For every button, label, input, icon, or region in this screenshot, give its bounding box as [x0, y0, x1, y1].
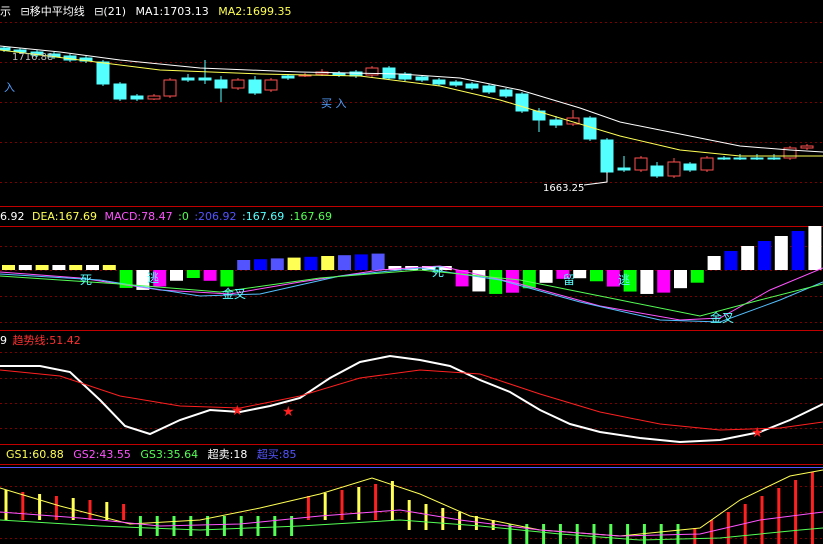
candle-body — [667, 161, 681, 177]
macd-marker-label: 逃 — [618, 273, 630, 287]
macd-bar — [758, 241, 771, 270]
candle-body — [248, 79, 262, 94]
macd-bar — [808, 226, 822, 270]
candle-body — [750, 157, 764, 160]
buy-signal-label: 买 入 — [321, 97, 347, 110]
high-annotation: 1716.88 — [12, 52, 53, 63]
trend-star: ★ — [282, 404, 295, 420]
candle-body — [432, 79, 446, 85]
macd-bar — [321, 256, 335, 270]
macd-bar — [304, 256, 318, 270]
macd-bar — [102, 265, 116, 270]
candle-body — [130, 95, 144, 100]
candle-body — [733, 157, 747, 160]
macd-bar — [220, 270, 234, 287]
candle-body — [617, 167, 631, 171]
macd-bar — [590, 270, 603, 282]
candle-body — [382, 67, 396, 79]
candle-body — [650, 165, 664, 177]
stock-chart[interactable]: 1716.88 1663.25 买 入 入 死金叉 死金叉 逃 留 逃 ★ ★ ★ — [0, 0, 823, 544]
low-annotation: 1663.25 — [543, 183, 584, 194]
macd-bar — [371, 253, 385, 270]
macd-bar — [203, 270, 217, 281]
gs1-line — [0, 469, 823, 537]
macd-marker-label: 逃 — [147, 271, 159, 285]
candle-body — [415, 76, 429, 81]
macd-bar — [69, 265, 83, 270]
macd-bar — [287, 257, 301, 270]
macd-bar — [35, 265, 49, 270]
macd-bar — [539, 270, 553, 283]
candle-body — [700, 157, 714, 171]
macd-bar — [707, 256, 721, 270]
candle-body — [499, 89, 513, 97]
macd-bar — [170, 270, 183, 281]
gs-bars — [4, 472, 814, 544]
macd-bar — [489, 270, 503, 294]
candle-body — [482, 85, 496, 93]
macd-marker-label: 金叉 — [222, 286, 246, 301]
macd-marker-label: 死 — [80, 273, 92, 287]
candle-body — [767, 157, 781, 160]
candle-body — [600, 139, 614, 173]
macd-bar — [270, 258, 284, 270]
candle-body — [198, 77, 212, 81]
macd-bar — [2, 265, 15, 270]
candle-body — [515, 93, 529, 112]
candle-body — [549, 119, 563, 126]
candle-body — [717, 157, 731, 160]
macd-bar — [690, 270, 704, 283]
macd-bar — [674, 270, 687, 289]
macd-bar — [338, 255, 351, 270]
candle-body — [181, 77, 195, 81]
candle-body — [532, 110, 546, 121]
candle-body — [147, 95, 161, 100]
macd-bar — [640, 270, 654, 294]
candle-body — [264, 79, 278, 91]
macd-marker-label: 死 — [432, 265, 444, 279]
macd-bar — [724, 251, 738, 270]
macd-bar — [237, 260, 251, 270]
candle-body — [214, 79, 228, 89]
macd-bar — [86, 265, 99, 270]
trend-stars: ★ ★ ★ — [231, 403, 764, 441]
gs3-line — [0, 519, 823, 541]
candle-body — [800, 145, 814, 149]
macd-marker-label: 留 — [563, 273, 575, 287]
candle-body — [231, 79, 245, 89]
candle-body — [163, 79, 177, 97]
macd-bar — [254, 259, 267, 270]
candle-body — [113, 83, 127, 100]
macd-bar — [18, 265, 32, 270]
macd-bar — [791, 231, 805, 270]
trend-line-white — [0, 354, 823, 444]
trend-star: ★ — [751, 425, 764, 441]
trend-star: ★ — [231, 403, 244, 419]
candles — [0, 46, 814, 178]
candle-body — [281, 75, 295, 79]
candle-body — [683, 163, 697, 171]
low-annotation-pointer — [583, 172, 608, 186]
macd-bar — [657, 270, 671, 293]
macd-marker-label: 金叉 — [710, 310, 734, 325]
macd-bar — [186, 270, 200, 279]
macd-bar — [741, 246, 755, 270]
candle-body — [96, 61, 110, 85]
candle-body — [465, 83, 479, 89]
macd-bar — [774, 236, 788, 270]
macd-bar — [52, 265, 66, 270]
candle-body — [634, 157, 648, 171]
macd-bar — [354, 254, 368, 270]
macd-bar — [573, 270, 587, 279]
candle-body — [449, 81, 463, 86]
buy-signal-label-left: 入 — [4, 81, 15, 94]
